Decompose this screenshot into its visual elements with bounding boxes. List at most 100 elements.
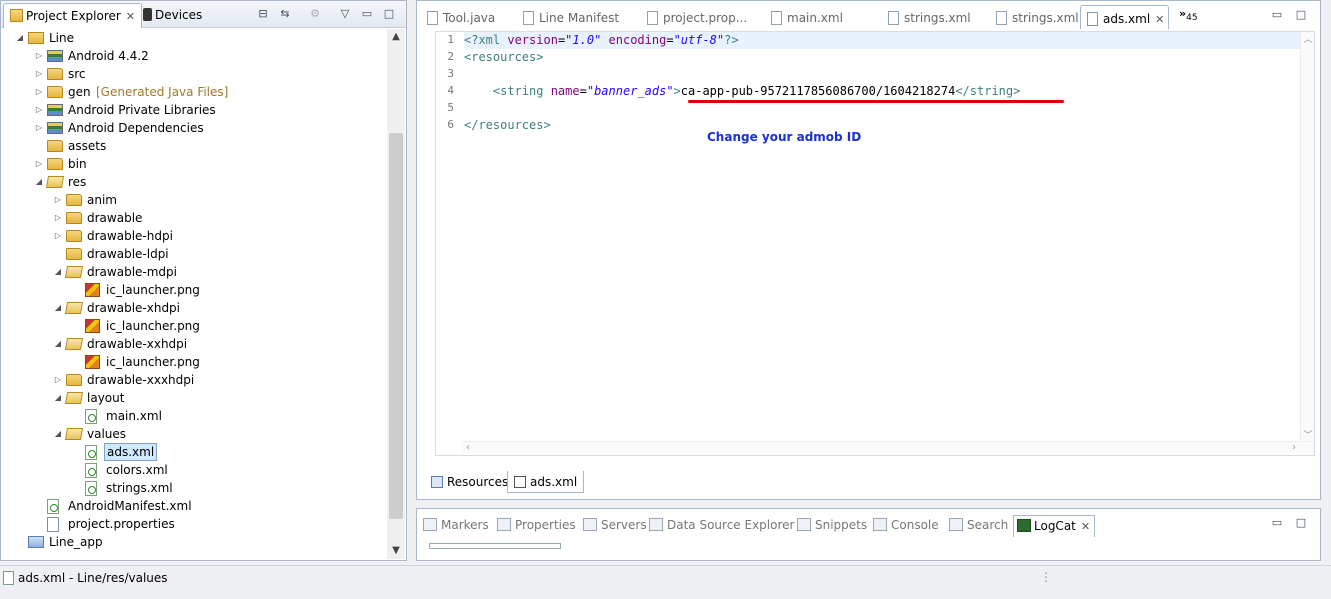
scroll-thumb[interactable] — [389, 133, 403, 519]
tree-item[interactable]: ▷ anim — [1, 191, 385, 209]
tree-item[interactable]: AndroidManifest.xml — [1, 497, 385, 515]
tree-scrollbar[interactable]: ▲ ▼ — [387, 29, 405, 559]
tree-item[interactable]: ▷ Android Private Libraries — [1, 101, 385, 119]
bottom-view-tab[interactable]: Properties — [497, 515, 576, 537]
tree-item[interactable]: ◢ drawable-xxhdpi — [1, 335, 385, 353]
scroll-up-arrow-icon[interactable]: ▲ — [387, 29, 405, 45]
bottom-minimize-icon[interactable]: ▭ — [1269, 515, 1285, 531]
tree-item[interactable]: ◢ values — [1, 425, 385, 443]
code-editor[interactable]: 1 2 3 4 5 6 <?xml version = "1.0" encoding… — [435, 31, 1315, 456]
tree-item[interactable]: ▷ Android Dependencies — [1, 119, 385, 137]
collapsed-twisty-icon[interactable]: ▷ — [34, 65, 44, 83]
bottom-view-tab[interactable]: Markers — [423, 515, 489, 537]
collapsed-twisty-icon[interactable]: ▷ — [34, 155, 44, 173]
collapsed-twisty-icon[interactable]: ▷ — [53, 227, 63, 245]
collapsed-twisty-icon[interactable]: ▷ — [34, 47, 44, 65]
code-scrollbar-v[interactable]: ︿ ﹀ — [1300, 32, 1314, 441]
tab-devices[interactable]: Devices — [137, 3, 208, 28]
tree-item[interactable]: ◢ layout — [1, 389, 385, 407]
code-line-2[interactable]: <resources> — [464, 49, 1300, 66]
scroll-down-arrow-icon[interactable]: ▼ — [387, 543, 405, 559]
tree-item[interactable]: ◢ drawable-mdpi — [1, 263, 385, 281]
code-line-1[interactable]: <?xml version="1.0" encoding="utf-8"?> — [464, 32, 1300, 49]
xml-attr: encoding — [601, 33, 667, 47]
expanded-twisty-icon[interactable]: ◢ — [53, 299, 63, 317]
tree-item[interactable]: ic_launcher.png — [1, 317, 385, 335]
code-scrollbar-h[interactable]: ‹ › — [462, 441, 1314, 455]
tab-ads-xml-source[interactable]: ads.xml — [507, 471, 585, 493]
tree-item[interactable]: ▷ drawable-hdpi — [1, 227, 385, 245]
tree-item[interactable]: ▷ drawable — [1, 209, 385, 227]
code-line-3[interactable] — [464, 66, 1300, 83]
bottom-view-tab[interactable]: Servers — [583, 515, 647, 537]
editor-maximize-icon[interactable]: □ — [1293, 7, 1309, 23]
editor-tab[interactable]: strings.xml — [882, 5, 975, 29]
editor-tab[interactable]: ads.xml ✕ — [1080, 5, 1170, 29]
code-line-4[interactable]: <string name="banner_ads">ca-app-pub-957… — [464, 83, 1300, 100]
tree-item[interactable]: main.xml — [1, 407, 385, 425]
expanded-twisty-icon[interactable]: ◢ — [34, 173, 44, 191]
expanded-twisty-icon[interactable]: ◢ — [53, 263, 63, 281]
editor-tab[interactable]: main.xml — [765, 5, 847, 29]
tree-item[interactable]: ◢ drawable-xhdpi — [1, 299, 385, 317]
scroll-down-arrow-icon[interactable]: ﹀ — [1301, 428, 1315, 441]
editor-minimize-icon[interactable]: ▭ — [1269, 7, 1285, 23]
view-menu-icon[interactable]: ▽ — [337, 6, 353, 22]
tree-item[interactable]: colors.xml — [1, 461, 385, 479]
editor-tab[interactable]: project.prop... — [641, 5, 751, 29]
tree-item-label: ads.xml — [104, 443, 158, 461]
expanded-twisty-icon[interactable]: ◢ — [53, 335, 63, 353]
close-icon[interactable]: ✕ — [1155, 13, 1164, 26]
tree-item[interactable]: ▷ gen [Generated Java Files] — [1, 83, 385, 101]
scroll-left-arrow-icon[interactable]: ‹ — [466, 442, 470, 453]
code-line-6[interactable]: </resources> — [464, 117, 1300, 134]
collapsed-twisty-icon[interactable]: ▷ — [53, 191, 63, 209]
tree-item[interactable]: ads.xml — [1, 443, 385, 461]
tree-item-label: drawable-ldpi — [87, 247, 169, 261]
tab-project-explorer[interactable]: Project Explorer ✕ — [3, 3, 143, 28]
bottom-view-tab[interactable]: Snippets — [797, 515, 867, 537]
link-with-editor-icon[interactable]: ⇆ — [277, 6, 293, 22]
overflow-count: 45 — [1186, 13, 1198, 23]
expanded-twisty-icon[interactable]: ◢ — [53, 389, 63, 407]
bottom-view-tab[interactable]: Search — [949, 515, 1008, 537]
collapse-all-icon[interactable]: ⊟ — [255, 6, 271, 22]
tree-item[interactable]: ◢ res — [1, 173, 385, 191]
tree-item[interactable]: ◢ Line — [1, 29, 385, 47]
tree-item[interactable]: ▷ bin — [1, 155, 385, 173]
close-icon[interactable]: ✕ — [1081, 520, 1090, 533]
tree-item[interactable]: Line_app — [1, 533, 385, 551]
bottom-view-tab[interactable]: LogCat ✕ — [1013, 515, 1096, 537]
tree-item[interactable]: strings.xml — [1, 479, 385, 497]
view-menu-filter-icon[interactable]: ⚙ — [307, 6, 323, 22]
scroll-right-arrow-icon[interactable]: › — [1292, 442, 1296, 453]
editor-overflow-tabs[interactable]: »45 — [1179, 7, 1198, 23]
collapsed-twisty-icon[interactable]: ▷ — [53, 209, 63, 227]
tree-item[interactable]: drawable-ldpi — [1, 245, 385, 263]
tree-item[interactable]: ▷ src — [1, 65, 385, 83]
admob-id-text[interactable]: ca-app-pub-9572117856086700/1604218274 — [681, 84, 956, 98]
tab-resources[interactable]: Resources — [425, 471, 514, 493]
tree-item[interactable]: ic_launcher.png — [1, 353, 385, 371]
bottom-view-tab[interactable]: Data Source Explorer — [649, 515, 794, 537]
expanded-twisty-icon[interactable]: ◢ — [53, 425, 63, 443]
collapsed-twisty-icon[interactable]: ▷ — [34, 119, 44, 137]
collapsed-twisty-icon[interactable]: ▷ — [34, 101, 44, 119]
tree-item[interactable]: assets — [1, 137, 385, 155]
scroll-up-arrow-icon[interactable]: ︿ — [1301, 32, 1315, 45]
close-icon[interactable]: ✕ — [126, 10, 135, 23]
maximize-icon[interactable]: □ — [381, 6, 397, 22]
collapsed-twisty-icon[interactable]: ▷ — [53, 371, 63, 389]
expanded-twisty-icon[interactable]: ◢ — [15, 29, 25, 47]
editor-tab[interactable]: strings.xml — [990, 5, 1083, 29]
bottom-maximize-icon[interactable]: □ — [1293, 515, 1309, 531]
collapsed-twisty-icon[interactable]: ▷ — [34, 83, 44, 101]
tree-item[interactable]: ic_launcher.png — [1, 281, 385, 299]
minimize-icon[interactable]: ▭ — [359, 6, 375, 22]
tree-item[interactable]: ▷ drawable-xxxhdpi — [1, 371, 385, 389]
tree-item[interactable]: project.properties — [1, 515, 385, 533]
editor-tab[interactable]: Line Manifest — [517, 5, 623, 29]
bottom-view-tab[interactable]: Console — [873, 515, 939, 537]
editor-tab[interactable]: Tool.java — [421, 5, 499, 29]
tree-item[interactable]: ▷ Android 4.4.2 — [1, 47, 385, 65]
